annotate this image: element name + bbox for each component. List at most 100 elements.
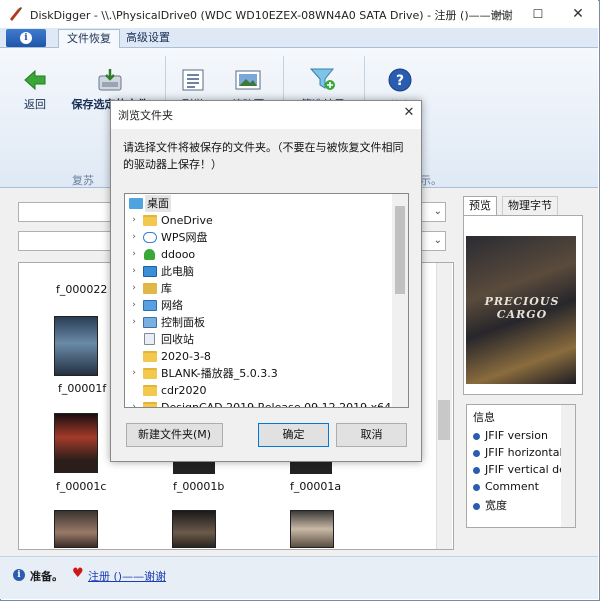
file-info-panel: 信息 JFIF version JFIF horizontal d JFIF v… <box>466 404 576 528</box>
chevron-down-icon: ⌄ <box>433 206 442 217</box>
tree-item-label: DesignCAD.2019.Release.09.12.2019.x64 <box>161 401 392 408</box>
tree-item[interactable]: › ddooo <box>125 246 393 263</box>
svg-text:?: ? <box>396 73 404 89</box>
chevron-right-icon[interactable]: › <box>129 280 139 297</box>
close-button[interactable]: ✕ <box>558 0 598 28</box>
minimize-button[interactable]: — <box>478 0 518 28</box>
thumbnail-label[interactable]: f_00001c <box>56 480 106 493</box>
app-menu-button[interactable]: i <box>6 29 46 47</box>
tree-item[interactable]: › WPS网盘 <box>125 229 393 246</box>
chevron-right-icon[interactable]: › <box>129 297 139 314</box>
thumbnail-label[interactable]: f_00001a <box>290 480 341 493</box>
chevron-right-icon[interactable]: › <box>129 399 139 407</box>
tree-item-label: 此电脑 <box>161 265 194 278</box>
tree-item[interactable]: › DesignCAD.2019.Release.09.12.2019.x64 <box>125 399 393 408</box>
tree-item[interactable]: › 库 <box>125 280 393 297</box>
library-icon <box>143 283 157 294</box>
tree-item-label: 库 <box>161 282 172 295</box>
dialog-title: 浏览文件夹 <box>118 109 173 122</box>
thumbnail-image[interactable] <box>54 316 98 376</box>
folder-icon <box>143 215 157 226</box>
folder-icon <box>143 385 157 396</box>
chevron-right-icon[interactable]: › <box>129 263 139 280</box>
info-item-label: JFIF horizontal d <box>485 446 573 459</box>
info-item-label: JFIF vertical den <box>485 463 573 476</box>
save-disk-icon <box>96 68 124 92</box>
ok-button[interactable]: 确定 <box>258 423 329 447</box>
tree-item-label: 网络 <box>161 299 183 312</box>
help-question-icon: ? <box>387 67 413 93</box>
computer-icon <box>143 266 157 277</box>
info-item-label: JFIF version <box>485 429 548 442</box>
status-text: 准备。 <box>30 570 63 583</box>
folder-icon <box>143 402 157 407</box>
heart-icon: ♥ <box>72 566 84 581</box>
back-label: 返回 <box>24 98 46 111</box>
back-button[interactable]: 返回 <box>14 68 56 112</box>
cancel-button[interactable]: 取消 <box>336 423 407 447</box>
tree-item[interactable]: 回收站 <box>125 331 393 348</box>
tab-preview[interactable]: 预览 <box>463 196 497 216</box>
chevron-down-icon: ⌄ <box>433 235 442 246</box>
ribbon-group-label-right: 示。 <box>420 174 442 187</box>
tab-physical-bytes[interactable]: 物理字节 <box>502 196 558 216</box>
tree-item[interactable]: › 网络 <box>125 297 393 314</box>
thumbnail-image[interactable] <box>172 510 216 548</box>
tree-item[interactable]: cdr2020 <box>125 382 393 399</box>
info-item-label: 宽度 <box>485 499 507 512</box>
maximize-button[interactable]: ☐ <box>518 0 558 28</box>
chevron-right-icon[interactable]: › <box>129 212 139 229</box>
info-item[interactable]: JFIF vertical den <box>473 463 573 476</box>
thumbnail-image[interactable] <box>54 510 98 548</box>
folder-icon <box>143 351 157 362</box>
dialog-close-button[interactable]: ✕ <box>398 101 420 125</box>
bullet-icon <box>473 449 480 457</box>
list-icon <box>181 68 205 92</box>
chevron-right-icon[interactable]: › <box>129 246 139 263</box>
bullet-icon <box>473 502 480 510</box>
thumbnails-scrollbar-thumb[interactable] <box>438 400 450 440</box>
tree-item-label: OneDrive <box>161 214 213 227</box>
diskdigger-logo-icon <box>7 6 23 22</box>
info-scrollbar[interactable] <box>561 405 575 527</box>
tree-item[interactable]: › BLANK-播放器_5.0.3.3 <box>125 365 393 382</box>
chevron-right-icon[interactable]: › <box>129 365 139 382</box>
register-link[interactable]: 注册 ()——谢谢 <box>88 568 166 584</box>
info-item[interactable]: 宽度 <box>473 497 507 513</box>
chevron-right-icon[interactable]: › <box>129 229 139 246</box>
ribbon-group-label-recover: 复苏 <box>72 174 94 187</box>
info-item[interactable]: JFIF version <box>473 429 548 442</box>
thumbnail-image[interactable] <box>290 510 334 548</box>
info-icon: i <box>13 569 25 581</box>
thumbnail-label[interactable]: f_000022 <box>56 283 107 296</box>
back-arrow-icon <box>23 68 47 92</box>
thumbnail-image[interactable] <box>290 462 332 474</box>
dialog-instructions: 请选择文件将被保存的文件夹。（不要在与被恢复文件相同的驱动器上保存！） <box>123 141 404 171</box>
tree-item-label: cdr2020 <box>161 384 207 397</box>
network-icon <box>143 300 157 311</box>
thumbnail-label[interactable]: f_00001f <box>58 382 106 395</box>
desktop-icon <box>129 198 143 209</box>
thumbnail-image[interactable] <box>54 413 98 473</box>
tree-item-label: ddooo <box>161 248 196 261</box>
thumbnails-icon <box>235 68 261 92</box>
tree-item[interactable]: › 此电脑 <box>125 263 393 280</box>
chevron-right-icon[interactable]: › <box>129 314 139 331</box>
tree-item[interactable]: › 控制面板 <box>125 314 393 331</box>
tab-file-recovery[interactable]: 文件恢复 <box>58 29 120 49</box>
filter-funnel-icon <box>309 66 337 92</box>
tree-item-label: BLANK-播放器_5.0.3.3 <box>161 367 278 380</box>
info-item[interactable]: JFIF horizontal d <box>473 446 573 459</box>
folder-tree[interactable]: 桌面 › OneDrive › WPS网盘 › ddooo › 此电脑 › 库 … <box>124 193 409 408</box>
folder-tree-scrollbar-thumb[interactable] <box>395 206 405 294</box>
new-folder-button[interactable]: 新建文件夹(M) <box>126 423 223 447</box>
thumbnail-image[interactable] <box>173 462 215 474</box>
info-item[interactable]: Comment <box>473 480 539 493</box>
folder-icon <box>143 368 157 379</box>
tree-item[interactable]: › OneDrive <box>125 212 393 229</box>
thumbnail-label[interactable]: f_00001b <box>173 480 224 493</box>
tree-item-desktop[interactable]: 桌面 <box>125 195 393 212</box>
tree-item[interactable]: 2020-3-8 <box>125 348 393 365</box>
window-title: DiskDigger - \\.\PhysicalDrive0 (WDC WD1… <box>30 9 513 22</box>
tab-advanced-settings[interactable]: 高级设置 <box>118 29 178 49</box>
